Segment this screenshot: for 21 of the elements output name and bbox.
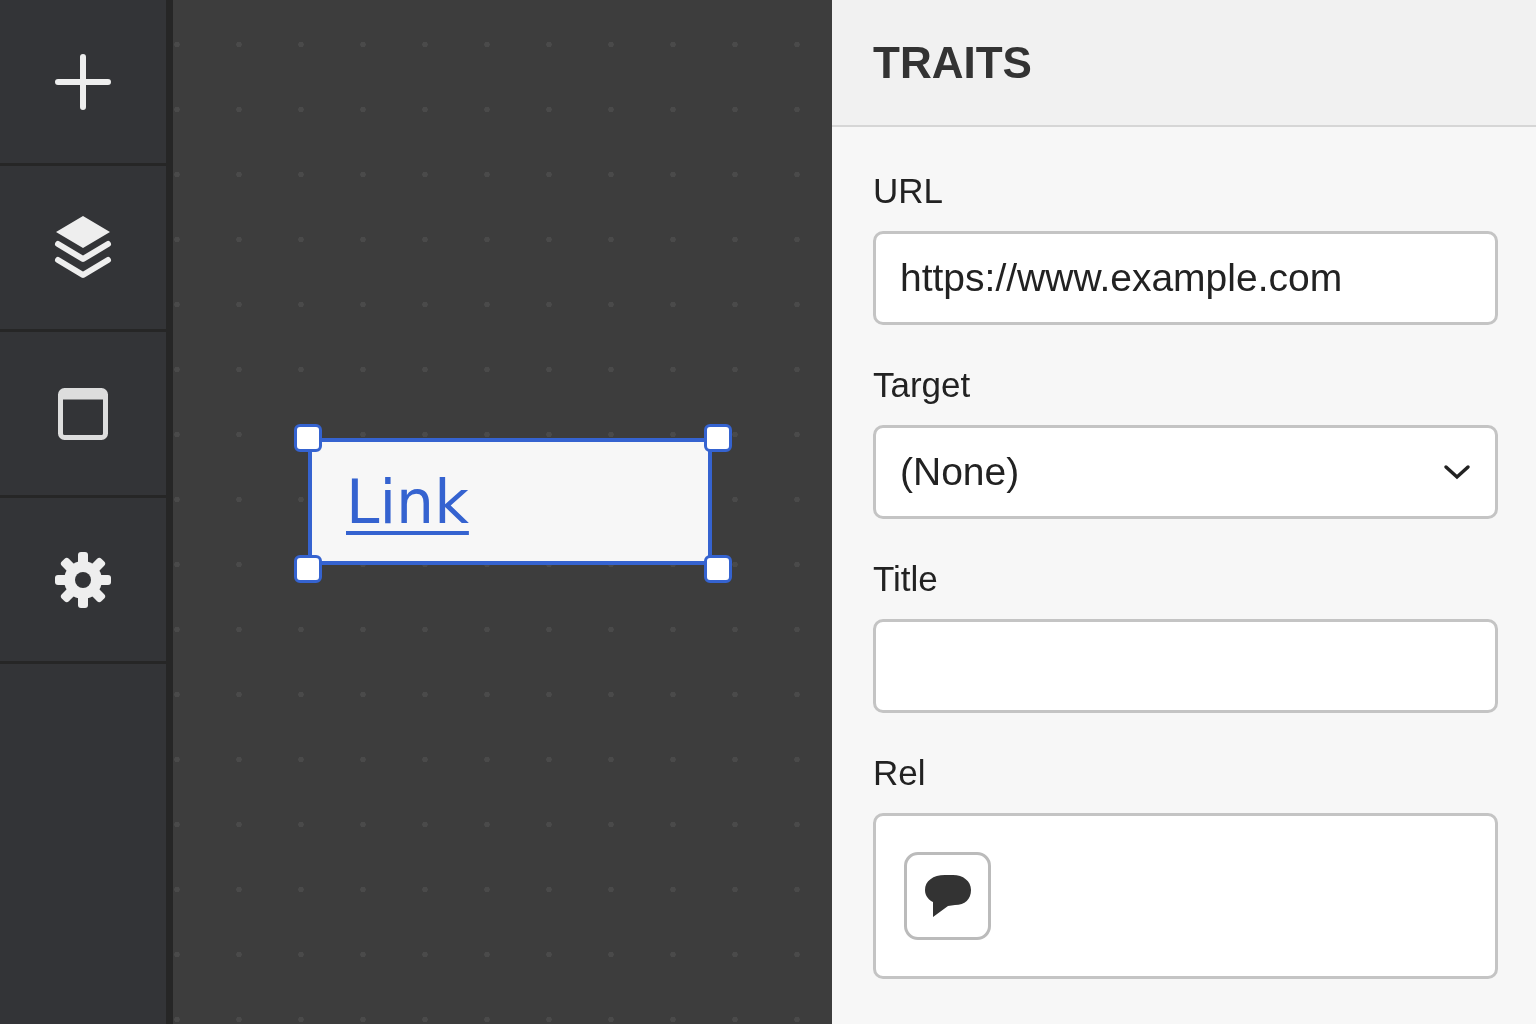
plus-icon xyxy=(54,52,112,111)
link-text[interactable]: Link xyxy=(346,466,469,537)
link-element[interactable]: Link xyxy=(308,438,712,565)
resize-handle[interactable] xyxy=(704,424,732,452)
panel-title: TRAITS xyxy=(873,37,1032,88)
field-label: Title xyxy=(873,559,939,600)
field-label: Rel xyxy=(873,753,927,794)
resize-handle[interactable] xyxy=(294,555,322,583)
speech-bubble-button[interactable] xyxy=(904,852,991,940)
select-field[interactable]: (None) xyxy=(873,425,1498,519)
field-label: Target xyxy=(873,365,972,406)
settings-icon xyxy=(53,549,113,610)
field-label: URL xyxy=(873,171,945,212)
speech-bubble-icon xyxy=(922,873,973,919)
resize-handle[interactable] xyxy=(704,555,732,583)
input-field[interactable] xyxy=(873,619,1498,713)
input-field[interactable]: https://www.example.com xyxy=(873,231,1498,325)
chevron-down-icon xyxy=(1443,464,1471,480)
window-icon xyxy=(58,387,108,440)
resize-handle[interactable] xyxy=(294,424,322,452)
input-field[interactable] xyxy=(873,813,1498,979)
